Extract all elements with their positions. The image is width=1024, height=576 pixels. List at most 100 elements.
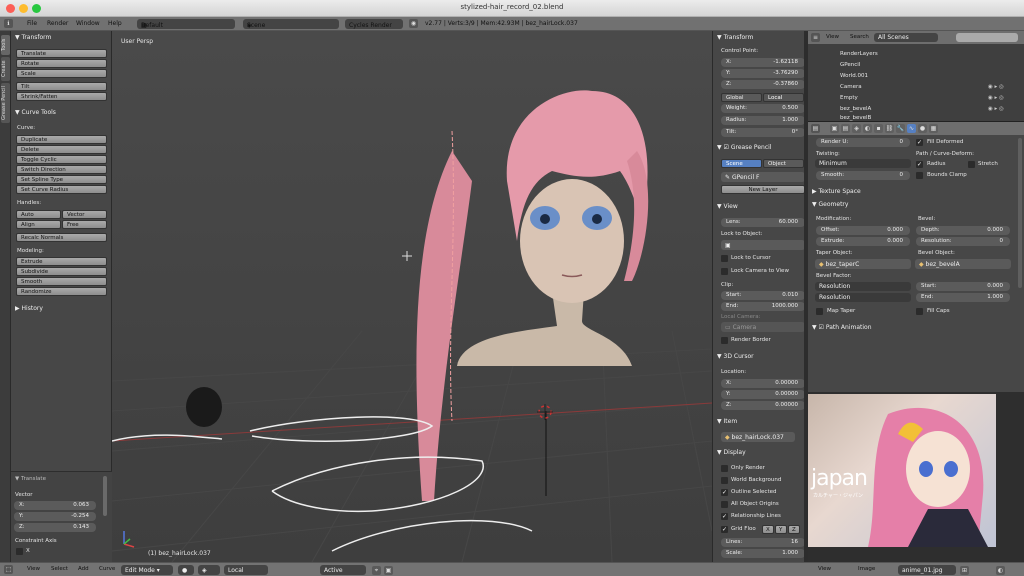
outliner-item-renderlayers[interactable]: RenderLayers [840, 51, 878, 57]
outliner-filter-select[interactable]: All Scenes [874, 33, 938, 42]
transform-panel-header[interactable]: ▼ Transform [15, 34, 51, 41]
grease-pencil-header[interactable]: ▼ ☑ Grease Pencil [717, 144, 771, 151]
visibility-eye-icon[interactable]: ◉ ▸ ◎ [988, 106, 1004, 112]
depth-field[interactable]: Depth: 0.000 [916, 226, 1010, 235]
tab-tools[interactable]: Tools [1, 35, 10, 55]
floor-curve-4[interactable] [331, 519, 533, 552]
gp-object-toggle[interactable]: Object [763, 159, 804, 168]
offset-field[interactable]: Offset: 0.000 [816, 226, 910, 235]
tab-create[interactable]: Create [1, 57, 10, 81]
outliner-item-empty[interactable]: Empty [840, 95, 858, 101]
set-curve-radius-button[interactable]: Set Curve Radius [16, 185, 107, 194]
scene-tab-icon[interactable]: ◈ [852, 124, 861, 133]
properties-editor-icon[interactable]: ▤ [811, 124, 820, 133]
cursor-y-field[interactable]: Y: 0.00000 [721, 390, 805, 399]
render-preview-icon[interactable]: ▣ [384, 566, 393, 575]
vector-y-field[interactable]: Y: -0.254 [14, 512, 96, 521]
texture-tab-icon[interactable]: ▦ [929, 124, 938, 133]
geometry-header[interactable]: ▼ Geometry [812, 201, 848, 208]
only-render-checkbox[interactable] [721, 465, 728, 472]
proportional-select[interactable]: Active [320, 565, 366, 575]
lens-field[interactable]: Lens: 60.000 [721, 218, 805, 227]
transform-orientation-select[interactable]: Local [224, 565, 268, 575]
subdivide-button[interactable]: Subdivide [16, 267, 107, 276]
outliner-search-menu[interactable]: Search [850, 34, 869, 40]
stretch-checkbox[interactable] [968, 161, 975, 168]
menu-select[interactable]: Select [51, 566, 68, 572]
render-border-checkbox[interactable] [721, 337, 728, 344]
radius-field[interactable]: Radius: 1.000 [721, 116, 805, 125]
weight-field[interactable]: Weight: 0.500 [721, 104, 805, 113]
fill-deformed-checkbox[interactable]: ✓ [916, 139, 923, 146]
properties-scrollbar[interactable] [1018, 138, 1022, 288]
switch-direction-button[interactable]: Switch Direction [16, 165, 107, 174]
tilt-button[interactable]: Tilt [16, 82, 107, 91]
constraint-x-checkbox[interactable] [16, 548, 23, 555]
panel-scrollbar[interactable] [103, 476, 107, 516]
grid-floor-checkbox[interactable]: ✓ [721, 526, 728, 533]
global-toggle[interactable]: Global [721, 93, 762, 102]
menu-add[interactable]: Add [78, 566, 89, 572]
scale-button[interactable]: Scale [16, 69, 107, 78]
path-animation-header[interactable]: ▼ ☑ Path Animation [812, 324, 872, 331]
outliner-view-menu[interactable]: View [826, 34, 839, 40]
toggle-cyclic-button[interactable]: Toggle Cyclic [16, 155, 107, 164]
cp-x-field[interactable]: X: -1.62118 [721, 58, 805, 67]
handle-vector-button[interactable]: Vector [62, 210, 107, 219]
shading-select[interactable]: ● [178, 565, 194, 575]
local-toggle[interactable]: Local [763, 93, 804, 102]
cp-y-field[interactable]: Y: -3.76290 [721, 69, 805, 78]
smooth-field[interactable]: Smooth: 0 [816, 171, 910, 180]
history-panel-header[interactable]: ▶ History [15, 305, 43, 312]
lock-cursor-checkbox[interactable] [721, 255, 728, 262]
grid-scale-field[interactable]: Scale: 1.000 [721, 549, 805, 558]
set-spline-type-button[interactable]: Set Spline Type [16, 175, 107, 184]
mode-select[interactable]: Edit Mode ▾ [121, 565, 173, 575]
editor-type-icon[interactable]: ℹ [4, 19, 13, 28]
cursor-x-field[interactable]: X: 0.00000 [721, 379, 805, 388]
taper-object-field[interactable]: ◆ bez_taperC [815, 259, 911, 269]
cp-z-field[interactable]: Z: -0.37860 [721, 80, 805, 89]
texture-space-header[interactable]: ▶ Texture Space [812, 188, 861, 195]
dark-sphere-object[interactable] [186, 387, 222, 427]
image-menu[interactable]: Image [858, 566, 875, 572]
render-engine-select[interactable]: Cycles Render [345, 19, 403, 29]
visibility-eye-icon[interactable]: ◉ ▸ ◎ [988, 95, 1004, 101]
bf-mapping-end-select[interactable]: Resolution [815, 293, 911, 302]
scene-select[interactable]: ◈ Scene [243, 19, 339, 29]
menu-view[interactable]: View [27, 566, 40, 572]
image-view-menu[interactable]: View [818, 566, 831, 572]
bevel-resolution-field[interactable]: Resolution: 0 [916, 237, 1010, 246]
constraints-tab-icon[interactable]: ⛓ [885, 124, 894, 133]
operator-name[interactable]: ▼ Translate [15, 476, 46, 482]
screen-layout-select[interactable]: ▦ Default [137, 19, 235, 29]
world-background-checkbox[interactable] [721, 477, 728, 484]
3d-viewport[interactable]: User Persp (1) bez_hairLock.037 [112, 31, 712, 562]
layers-tab-icon[interactable]: ▤ [841, 124, 850, 133]
bf-end-field[interactable]: End: 1.000 [916, 293, 1010, 302]
floor-curve-2[interactable] [271, 456, 485, 513]
handle-align-button[interactable]: Align [16, 220, 61, 229]
modifiers-tab-icon[interactable]: 🔧 [896, 124, 905, 133]
randomize-button[interactable]: Randomize [16, 287, 107, 296]
menu-window[interactable]: Window [76, 20, 100, 27]
image-display-icon[interactable]: ◐ [996, 566, 1005, 575]
clip-start-field[interactable]: Start: 0.010 [721, 291, 805, 300]
fill-caps-checkbox[interactable] [916, 308, 923, 315]
lock-object-field[interactable]: ▣ [721, 240, 805, 250]
bf-mapping-start-select[interactable]: Resolution [815, 282, 911, 291]
extrude-field[interactable]: Extrude: 0.000 [816, 237, 910, 246]
menu-render[interactable]: Render [47, 20, 68, 27]
visibility-eye-icon[interactable]: ◉ ▸ ◎ [988, 84, 1004, 90]
snap-icon[interactable]: ⌖ [372, 566, 381, 575]
view-panel-header[interactable]: ▼ View [717, 203, 738, 210]
gp-scene-toggle[interactable]: Scene [721, 159, 762, 168]
tab-grease-pencil[interactable]: Grease Pencil [1, 83, 10, 123]
data-tab-icon[interactable]: ∿ [907, 124, 916, 133]
material-tab-icon[interactable]: ● [918, 124, 927, 133]
outliner-item-gpencil[interactable]: GPencil [840, 62, 860, 68]
shrink-fatten-button[interactable]: Shrink/Fatten [16, 92, 107, 101]
new-layer-button[interactable]: New Layer [721, 185, 805, 194]
object-tab-icon[interactable]: ▪ [874, 124, 883, 133]
outliner-item-world[interactable]: World.001 [840, 73, 868, 79]
